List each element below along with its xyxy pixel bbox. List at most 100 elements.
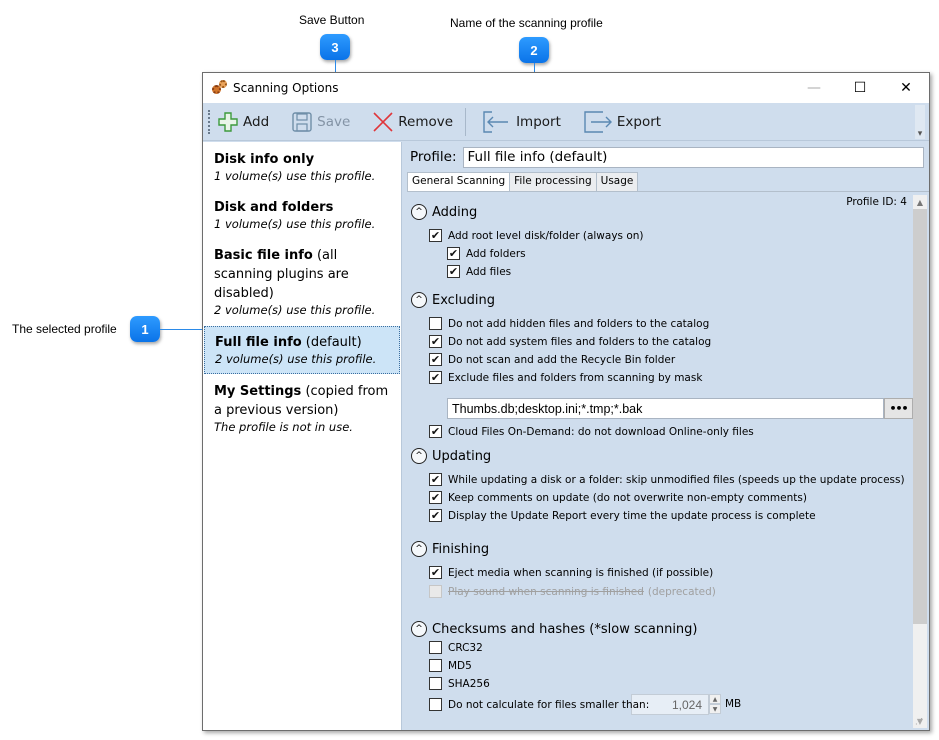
checkbox-checked[interactable]: ✔ — [429, 335, 442, 348]
spin-down-icon[interactable]: ▼ — [709, 704, 721, 714]
callout-label-selected-profile: The selected profile — [12, 322, 117, 336]
plus-icon — [218, 111, 238, 132]
checkbox-checked[interactable]: ✔ — [447, 247, 460, 260]
option-checkbox-row[interactable]: ✔ Display the Update Report every time th… — [429, 509, 816, 522]
option-checkbox-row[interactable]: ✔ Eject media when scanning is finished (… — [429, 566, 713, 579]
add-button-label: Add — [243, 113, 270, 130]
section-title: Excluding — [432, 292, 496, 308]
profile-list-item[interactable]: My Settings (copied from a previous vers… — [204, 376, 400, 441]
option-checkbox-row[interactable]: Do not calculate for files smaller than: — [429, 698, 649, 711]
maximize-button[interactable]: ☐ — [837, 73, 883, 103]
minimize-button[interactable]: — — [791, 73, 837, 103]
checkbox-checked[interactable]: ✔ — [429, 566, 442, 579]
checkbox-checked[interactable]: ✔ — [429, 229, 442, 242]
tab-general-scanning[interactable]: General Scanning — [407, 172, 511, 192]
option-checkbox-row[interactable]: SHA256 — [429, 677, 490, 690]
profile-name: My Settings (copied from a previous vers… — [214, 382, 396, 420]
option-checkbox-row[interactable]: ✔ Cloud Files On-Demand: do not download … — [429, 425, 754, 438]
checkbox-checked[interactable]: ✔ — [429, 425, 442, 438]
profile-list-item[interactable]: Basic file info (all scanning plugins ar… — [204, 240, 400, 324]
general-scanning-panel: Profile ID: 4 ▲ ▼ ••• ▲ ▼ MB ^ Adding ✔ Add… — [407, 191, 929, 730]
collapse-chevron-up-icon[interactable]: ^ — [411, 204, 427, 220]
option-label: Do not calculate for files smaller than: — [448, 698, 650, 711]
option-checkbox-row[interactable]: ✔ Do not scan and add the Recycle Bin fol… — [429, 353, 675, 366]
section-header-checksums[interactable]: ^ Checksums and hashes (*slow scanning) — [411, 621, 698, 637]
option-label-extra: (deprecated) — [647, 585, 716, 598]
min-file-size-spinner[interactable]: ▲ ▼ — [709, 694, 721, 715]
section-header-finishing[interactable]: ^ Finishing — [411, 541, 489, 557]
resize-grip-icon[interactable]: ⋰ — [915, 717, 927, 729]
section-header-excluding[interactable]: ^ Excluding — [411, 292, 495, 308]
exclude-mask-browse-button[interactable]: ••• — [884, 398, 913, 419]
checkbox-checked[interactable]: ✔ — [429, 473, 442, 486]
option-checkbox-row[interactable]: ✔ Do not add system files and folders to … — [429, 335, 711, 348]
profile-list-item[interactable]: Disk and folders 1 volume(s) use this pro… — [204, 192, 400, 238]
add-button[interactable]: Add — [217, 111, 269, 133]
option-checkbox-row[interactable]: ✔ Keep comments on update (do not overwri… — [429, 491, 807, 504]
section-header-updating[interactable]: ^ Updating — [411, 448, 491, 464]
checkbox-unchecked[interactable] — [429, 317, 442, 330]
option-checkbox-row[interactable]: CRC32 — [429, 641, 483, 654]
save-button[interactable]: Save — [291, 111, 350, 133]
checkbox-checked[interactable]: ✔ — [429, 509, 442, 522]
checkbox-checked[interactable]: ✔ — [447, 265, 460, 278]
section-header-adding[interactable]: ^ Adding — [411, 204, 477, 220]
scroll-up-arrow-icon[interactable]: ▲ — [913, 195, 927, 209]
remove-button-label: Remove — [398, 113, 454, 130]
profile-id: Profile ID: 4 — [846, 196, 907, 208]
callout-badge-2: 2 — [519, 37, 549, 63]
red-x-icon — [373, 111, 393, 132]
profile-list-item[interactable]: Disk info only 1 volume(s) use this profi… — [204, 144, 400, 190]
profile-name-bold: Disk and folders — [214, 200, 334, 215]
option-checkbox-row[interactable]: Do not add hidden files and folders to t… — [429, 317, 709, 330]
profile-usage-status: 2 volume(s) use this profile. — [214, 303, 376, 317]
callout-label-save-button: Save Button — [299, 13, 365, 27]
title-bar[interactable]: Scanning Options — ☐ ✕ — [203, 73, 929, 103]
option-label: Keep comments on update (do not overwrit… — [448, 491, 807, 504]
callout-badge-1: 1 — [130, 316, 160, 342]
checkbox-unchecked[interactable] — [429, 659, 442, 672]
remove-button[interactable]: Remove — [372, 111, 453, 133]
profile-name-bold: My Settings — [214, 384, 302, 399]
option-label: Cloud Files On-Demand: do not download O… — [448, 425, 754, 438]
exclude-mask-input[interactable] — [447, 398, 884, 419]
collapse-chevron-up-icon[interactable]: ^ — [411, 292, 427, 308]
import-button[interactable]: Import — [482, 110, 561, 133]
profile-name: Basic file info (all scanning plugins ar… — [214, 246, 396, 303]
checkbox-unchecked[interactable] — [429, 677, 442, 690]
collapse-chevron-up-icon[interactable]: ^ — [411, 448, 427, 464]
scrollbar-thumb[interactable] — [913, 209, 927, 624]
export-button[interactable]: Export — [583, 110, 661, 133]
option-checkbox-row[interactable]: ✔ Add root level disk/folder (always on) — [429, 229, 644, 242]
option-label: Display the Update Report every time the… — [448, 509, 816, 522]
option-label: Play sound when scanning is finished — [448, 585, 644, 598]
option-label: Exclude files and folders from scanning … — [448, 371, 703, 384]
min-file-size-unit: MB — [725, 698, 742, 710]
checkbox-checked[interactable]: ✔ — [429, 353, 442, 366]
collapse-chevron-up-icon[interactable]: ^ — [411, 541, 427, 557]
spin-up-icon[interactable]: ▲ — [709, 694, 721, 704]
profile-usage-status: The profile is not in use. — [214, 420, 353, 434]
close-button[interactable]: ✕ — [883, 73, 929, 103]
toolbar: Add Save Remove Import Export ▾ — [203, 103, 929, 141]
option-checkbox-row[interactable]: ✔ While updating a disk or a folder: skip… — [429, 473, 905, 486]
tab-file-processing[interactable]: File processing — [509, 172, 597, 191]
option-checkbox-row[interactable]: ✔ Add files — [447, 265, 511, 278]
checkbox-checked[interactable]: ✔ — [429, 491, 442, 504]
option-checkbox-row[interactable]: ✔ Add folders — [447, 247, 526, 260]
toolbar-grip[interactable] — [208, 109, 211, 134]
checkbox-checked[interactable]: ✔ — [429, 371, 442, 384]
checkbox-unchecked[interactable] — [429, 641, 442, 654]
option-checkbox-row[interactable]: MD5 — [429, 659, 472, 672]
collapse-chevron-up-icon[interactable]: ^ — [411, 621, 427, 637]
vertical-scrollbar[interactable]: ▲ ▼ — [913, 195, 927, 728]
toolbar-overflow-button[interactable]: ▾ — [915, 105, 925, 139]
profile-name-input[interactable] — [462, 146, 924, 168]
callout-badge-3: 3 — [320, 34, 350, 60]
scanning-options-window: Scanning Options — ☐ ✕ Add Save Remove I… — [202, 72, 930, 731]
checkbox-unchecked[interactable] — [429, 698, 442, 711]
option-checkbox-row[interactable]: ✔ Exclude files and folders from scanning… — [429, 371, 702, 384]
profile-list: Disk info only 1 volume(s) use this profi… — [203, 142, 402, 730]
profile-list-item[interactable]: Full file info (default) 2 volume(s) use … — [204, 326, 400, 374]
tab-usage[interactable]: Usage — [595, 172, 639, 191]
